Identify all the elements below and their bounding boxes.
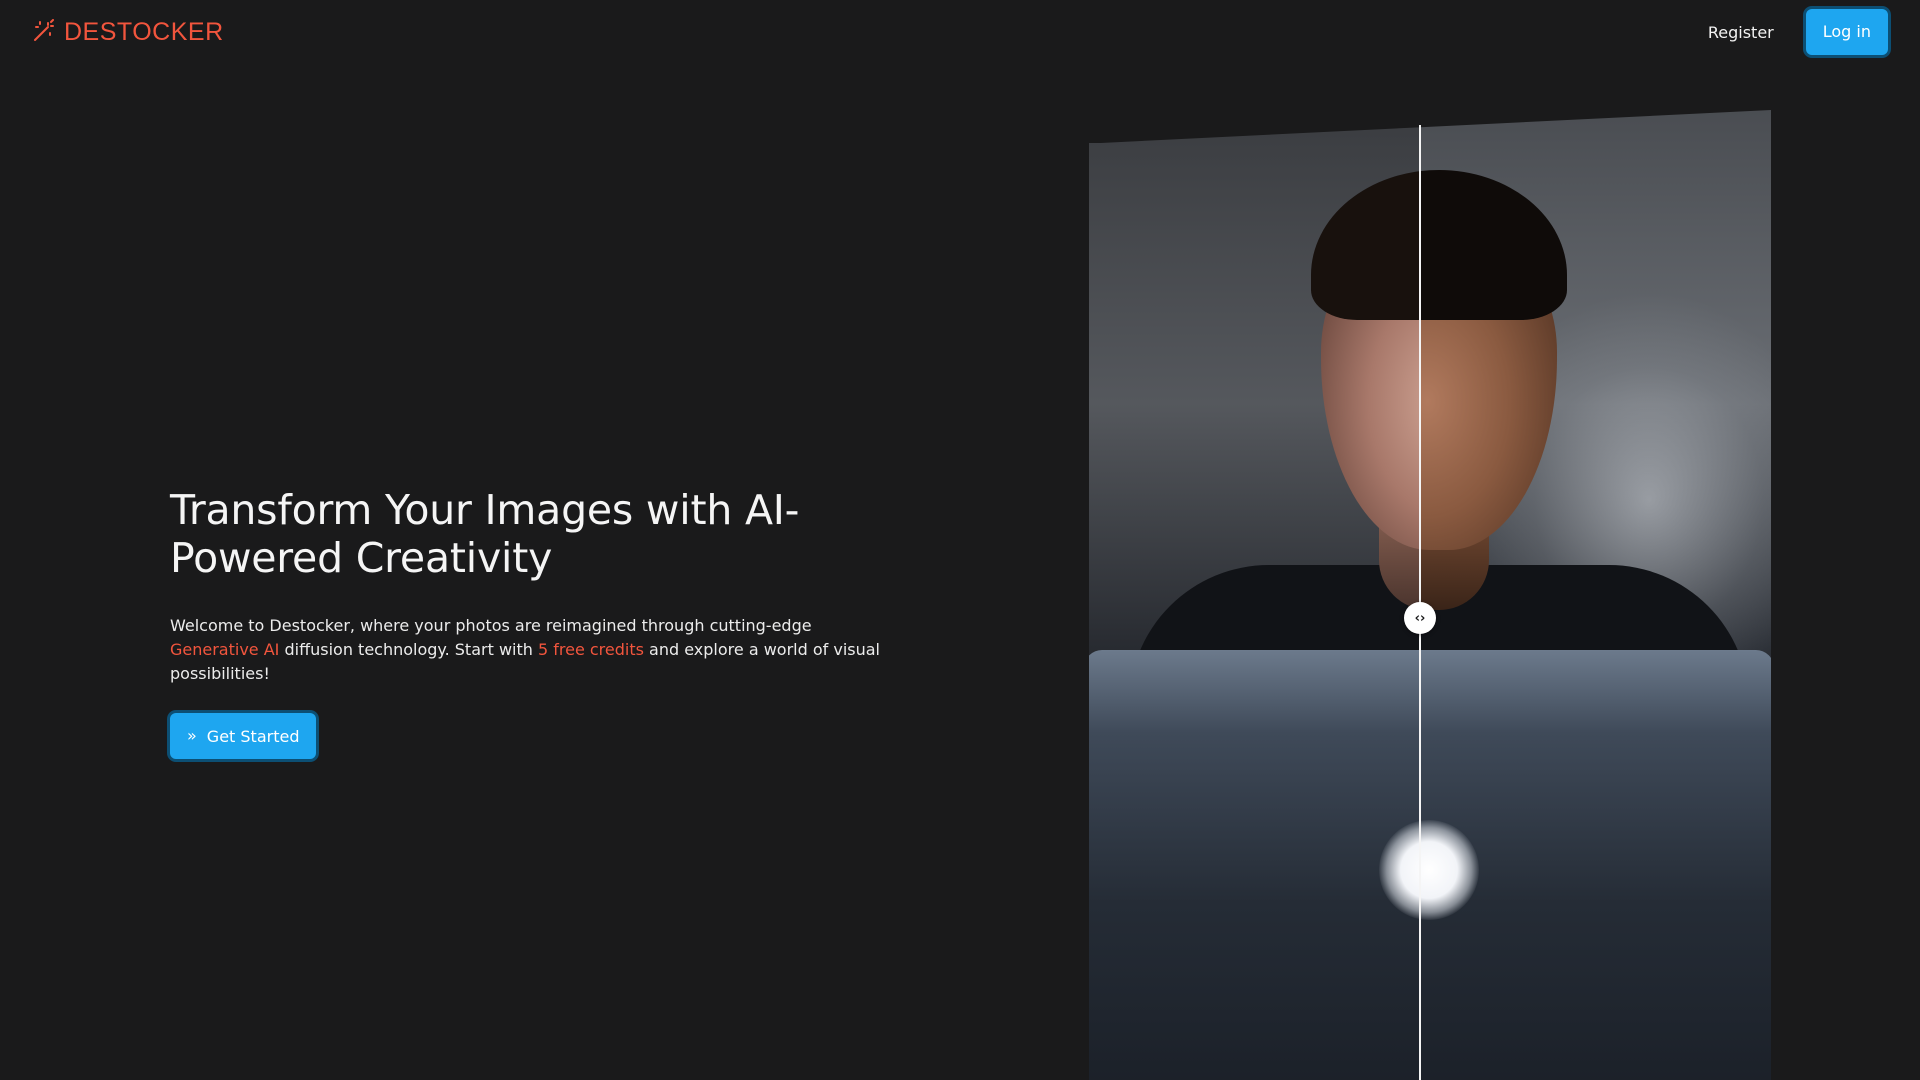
code-arrows-icon: ‹› xyxy=(1414,610,1426,626)
comparison-slider-handle[interactable]: ‹› xyxy=(1404,602,1436,634)
login-button[interactable]: Log in xyxy=(1805,9,1888,55)
generative-ai-highlight: Generative AI xyxy=(170,640,280,659)
before-image xyxy=(1089,110,1420,1080)
hero-section: Transform Your Images with AI-Powered Cr… xyxy=(170,486,890,759)
get-started-button[interactable]: » Get Started xyxy=(170,713,317,759)
header-nav: Register Log in xyxy=(1708,9,1888,55)
hero-description: Welcome to Destocker, where your photos … xyxy=(170,614,890,686)
brand-name: DESTOCKER xyxy=(64,18,224,46)
before-after-comparison[interactable] xyxy=(1089,110,1771,1080)
magic-wand-icon xyxy=(32,18,56,47)
chevrons-right-icon: » xyxy=(187,726,197,745)
free-credits-highlight: 5 free credits xyxy=(537,640,644,659)
hero-description-text: diffusion technology. Start with xyxy=(279,640,538,659)
after-image xyxy=(1420,110,1771,1080)
hero-description-text: Welcome to Destocker, where your photos … xyxy=(170,616,812,635)
get-started-label: Get Started xyxy=(206,726,300,746)
hero-title: Transform Your Images with AI-Powered Cr… xyxy=(170,486,800,582)
register-link[interactable]: Register xyxy=(1708,23,1774,42)
brand-logo[interactable]: DESTOCKER xyxy=(32,18,224,47)
landing-page: DESTOCKER Register Log in Transform Your… xyxy=(0,0,1920,1080)
